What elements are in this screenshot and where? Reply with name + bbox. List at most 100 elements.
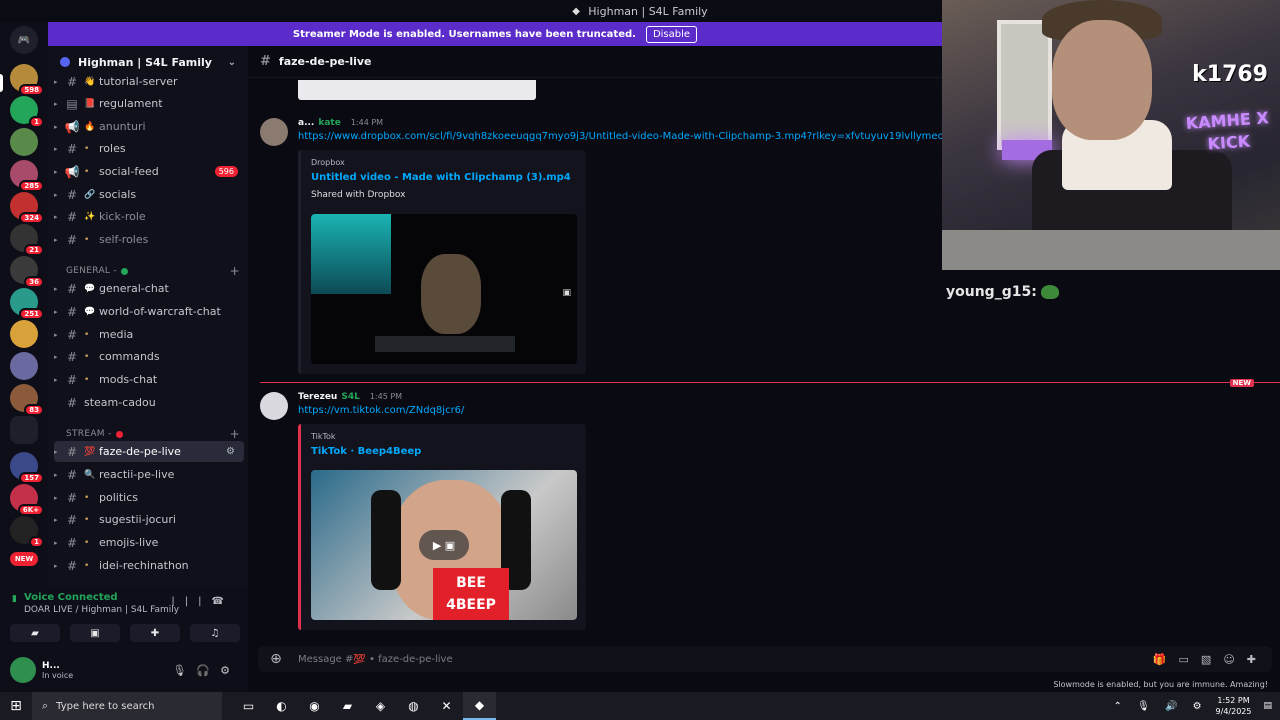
screen-share-icon: ▣ <box>90 627 100 639</box>
apps-icon[interactable]: ✚ <box>1247 653 1268 666</box>
channel-emoji: • <box>84 537 90 548</box>
channel-name: socials <box>99 188 137 201</box>
edge-icon[interactable]: ◐ <box>265 692 298 720</box>
microphone-icon[interactable]: 🎙 <box>172 664 196 677</box>
add-attachment-icon[interactable]: ⊕ <box>264 651 288 667</box>
server-icon-10[interactable] <box>10 352 38 380</box>
server-icon-7[interactable]: 36 <box>10 256 44 288</box>
server-badge: 83 <box>24 404 44 416</box>
channel-steam-cadou[interactable]: # steam-cadou <box>54 392 244 413</box>
avatar[interactable] <box>260 118 288 146</box>
timestamp: 1:45 PM <box>369 392 403 401</box>
embed-thumbnail[interactable]: ▣ <box>311 214 577 364</box>
windows-start-button[interactable]: ⊞ <box>0 698 32 714</box>
channel-reactii-pe-live[interactable]: ▸ # 🔍 reactii-pe-live <box>54 464 244 485</box>
disable-streamer-mode-button[interactable]: Disable <box>645 25 698 43</box>
channel-politics[interactable]: ▸ # • politics <box>54 487 244 508</box>
app-icon[interactable]: ◈ <box>364 692 397 720</box>
new-servers-badge[interactable]: NEW <box>10 552 38 566</box>
stream-chat-message: young_g15: <box>946 284 1059 300</box>
channel-media[interactable]: ▸ # • media <box>54 324 244 345</box>
gif-icon[interactable]: ▭ <box>1179 653 1201 666</box>
tray-icons[interactable]: ⌃ 🎙 🔊 ⚙ <box>1114 701 1208 712</box>
message-link[interactable]: https://www.dropbox.com/scl/fi/9vqh8zkoe… <box>298 131 1001 142</box>
expand-icon[interactable]: ▣ <box>562 288 571 298</box>
gear-icon[interactable]: ⚙ <box>220 664 240 677</box>
embed-thumbnail[interactable]: ▶ ▣ BEE 4BEEP <box>311 470 577 620</box>
channel-self-roles[interactable]: ▸ # • self-roles <box>54 229 244 250</box>
emoji-icon[interactable]: ☺ <box>1223 653 1246 666</box>
clock[interactable]: 1:52 PM 9/4/2025 <box>1216 695 1252 717</box>
soundboard-button[interactable]: ♫ <box>190 624 240 642</box>
sticker-icon[interactable]: ▧ <box>1201 653 1223 666</box>
noise-suppression-icon[interactable]: ||| <box>171 596 211 607</box>
gift-icon[interactable]: 🎁 <box>1153 653 1179 666</box>
channel-social-feed[interactable]: ▸ 📢 • social-feed 596 <box>54 161 244 182</box>
activity-button[interactable]: ✚ <box>130 624 180 642</box>
play-icon[interactable]: ▶ ▣ <box>419 530 469 560</box>
excel-icon[interactable]: ✕ <box>430 692 463 720</box>
channel-mods-chat[interactable]: ▸ # • mods-chat <box>54 369 244 390</box>
embed-provider[interactable]: Dropbox <box>311 158 345 167</box>
channel-sugestii-jocuri[interactable]: ▸ # • sugestii-jocuri <box>54 509 244 530</box>
collapse-arrow-icon: ▸ <box>54 144 58 153</box>
voice-status[interactable]: Voice Connected <box>24 592 118 603</box>
channel-idei-rechinathon[interactable]: ▸ # • idei-rechinathon <box>54 555 244 576</box>
author-name[interactable]: Terezeu <box>298 392 337 402</box>
channel-anunturi[interactable]: ▸ 📢 🔥 anunturi <box>54 116 244 137</box>
server-icon-3[interactable] <box>10 128 38 156</box>
steam-icon[interactable]: ◍ <box>397 692 430 720</box>
server-icon-5[interactable]: 324 <box>10 192 44 224</box>
server-icon-1[interactable]: 598 <box>10 64 44 96</box>
direct-messages-button[interactable]: 🎮 <box>10 26 38 54</box>
server-icon-6[interactable]: 21 <box>10 224 44 256</box>
server-icon-12[interactable]: 157 <box>10 452 44 484</box>
channel-general-chat[interactable]: ▸ # 💬 general-chat <box>54 278 244 299</box>
avatar[interactable] <box>260 392 288 420</box>
channel-header: # faze-de-pe-live <box>248 46 942 78</box>
category-general[interactable]: GENERAL - + <box>66 264 240 278</box>
channel-emoji: 💯 <box>84 446 96 457</box>
headphones-icon[interactable]: 🎧 <box>196 664 220 677</box>
message-link[interactable]: https://vm.tiktok.com/ZNdq8jcr6/ <box>298 405 464 416</box>
embed-title[interactable]: Untitled video - Made with Clipchamp (3)… <box>311 172 571 183</box>
embed-title[interactable]: TikTok · Beep4Beep <box>311 446 421 457</box>
channel-socials[interactable]: ▸ # 🔗 socials <box>54 184 244 205</box>
author-name[interactable]: a... <box>298 118 314 128</box>
mention-count-badge: 596 <box>214 166 238 177</box>
disconnect-icon[interactable]: ☎ <box>212 596 234 607</box>
server-folder[interactable] <box>10 416 38 444</box>
embed-provider[interactable]: TikTok <box>311 432 336 441</box>
chrome-icon[interactable]: ◉ <box>298 692 331 720</box>
camera-button[interactable]: ▰ <box>10 624 60 642</box>
server-icon-13[interactable]: 6K+ <box>10 484 44 516</box>
previous-embed-image[interactable] <box>298 80 536 100</box>
task-view-icon[interactable]: ▭ <box>232 692 265 720</box>
channel-roles[interactable]: ▸ # • roles <box>54 138 244 159</box>
server-icon-9[interactable] <box>10 320 38 348</box>
channel-faze-de-pe-live[interactable]: ▸ # 💯 faze-de-pe-live ⚙ <box>54 441 244 462</box>
taskbar-search[interactable]: ⌕ Type here to search <box>32 692 222 720</box>
discord-taskbar-icon[interactable]: ◆ <box>463 692 496 720</box>
voice-channel-name[interactable]: DOAR LIVE / Highman | S4L Family <box>24 605 179 615</box>
share-screen-button[interactable]: ▣ <box>70 624 120 642</box>
channel-emojis-live[interactable]: ▸ # • emojis-live <box>54 532 244 553</box>
server-icon-14[interactable]: 1 <box>10 516 44 548</box>
server-icon-11[interactable]: 83 <box>10 384 44 416</box>
message-input[interactable] <box>298 653 898 665</box>
notification-icon[interactable]: ▤ <box>1263 701 1272 711</box>
add-channel-icon[interactable]: + <box>230 264 240 278</box>
server-icon-8[interactable]: 251 <box>10 288 44 320</box>
file-explorer-icon[interactable]: ▰ <box>331 692 364 720</box>
server-icon-kick[interactable]: 1 <box>10 96 44 128</box>
channel-settings-icon[interactable]: ⚙ <box>226 446 238 457</box>
channel-kick-role[interactable]: ▸ # ✨ kick-role <box>54 206 244 227</box>
add-channel-icon[interactable]: + <box>230 427 240 441</box>
category-stream[interactable]: STREAM - + <box>66 427 240 441</box>
avatar[interactable] <box>10 657 36 683</box>
channel-commands[interactable]: ▸ # • commands <box>54 346 244 367</box>
channel-tutorial-server[interactable]: ▸ # 👋 tutorial-server <box>54 71 244 92</box>
channel-world-of-warcraft-chat[interactable]: ▸ # 💬 world-of-warcraft-chat <box>54 301 244 322</box>
channel-regulament[interactable]: ▸ ▤ 📕 regulament <box>54 93 244 114</box>
server-icon-4[interactable]: 285 <box>10 160 44 192</box>
